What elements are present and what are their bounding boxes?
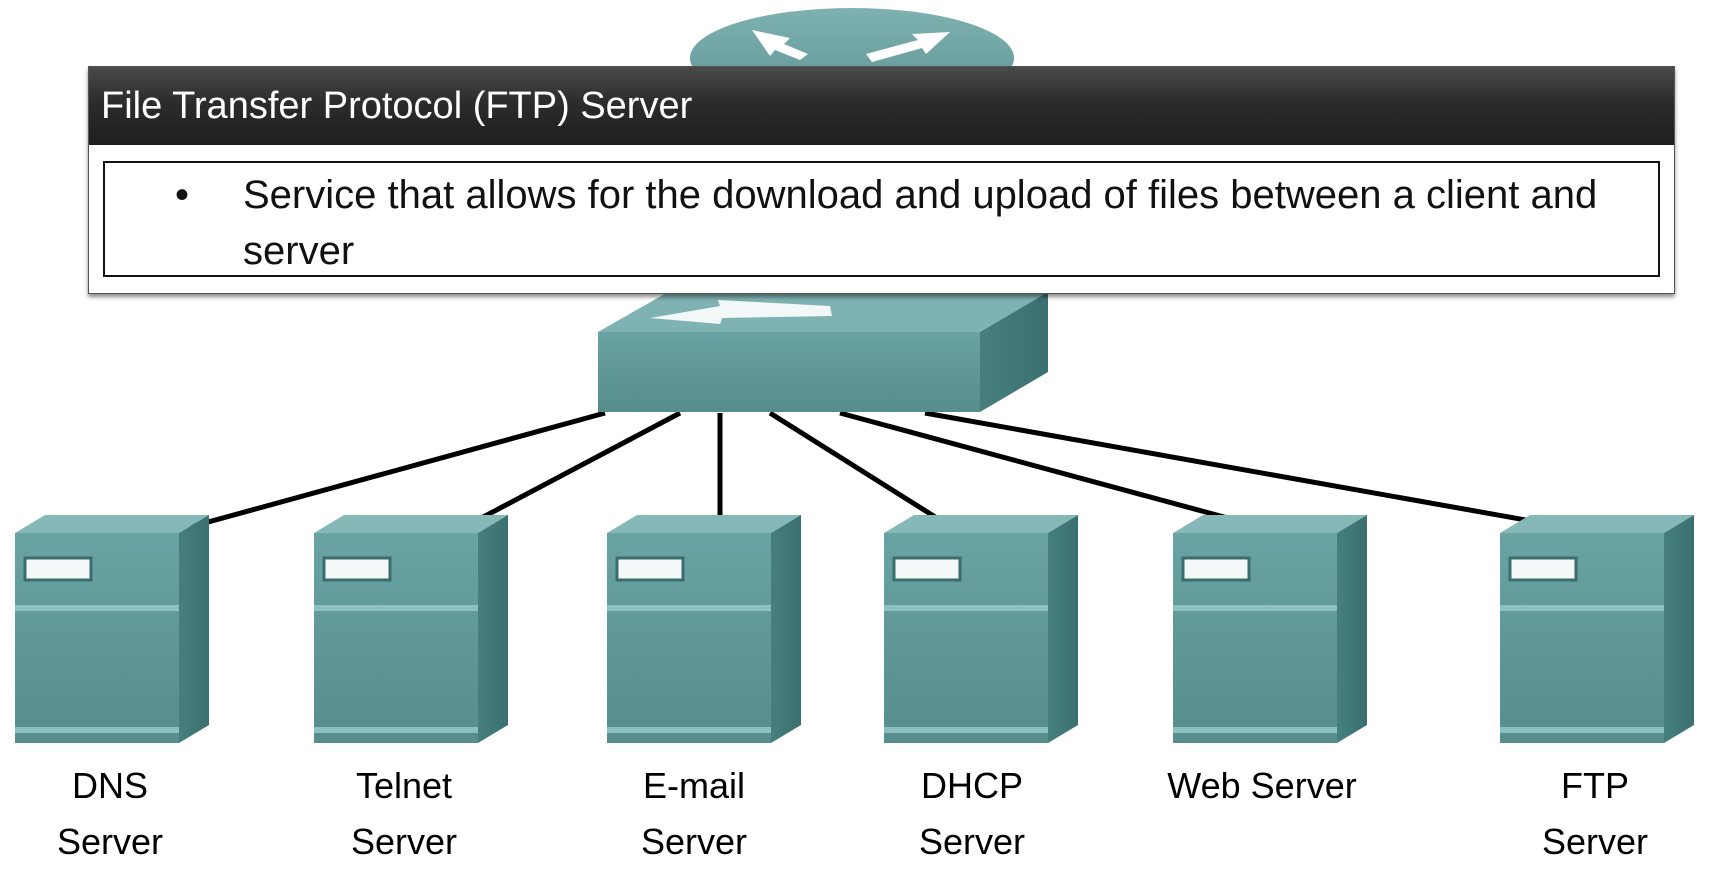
popup-body: • Service that allows for the download a… [103,161,1660,277]
server-label-web: Web Server [1167,765,1357,806]
server-icon-web [1173,515,1367,743]
bullet-item: • Service that allows for the download a… [175,167,1638,279]
server-label-dns: DNS Server [56,765,164,862]
server-icon-telnet [314,515,508,743]
server-icon-dhcp [884,515,1078,743]
server-icon-ftp [1500,515,1694,743]
server-label-dhcp: DHCP Server [918,765,1026,862]
connection-lines [189,410,1566,530]
popup-title: File Transfer Protocol (FTP) Server [89,67,1674,145]
server-group [15,515,1694,743]
bullet-text: Service that allows for the download and… [243,173,1598,273]
server-label-ftp: FTP Server [1541,765,1649,862]
server-icon-email [607,515,801,743]
server-label-email: E-mail Server [640,765,748,862]
bullet-icon: • [175,173,190,217]
switch-icon [598,292,1048,412]
info-popup: File Transfer Protocol (FTP) Server • Se… [88,66,1675,294]
server-icon-dns [15,515,209,743]
server-label-telnet: Telnet Server [350,765,458,862]
